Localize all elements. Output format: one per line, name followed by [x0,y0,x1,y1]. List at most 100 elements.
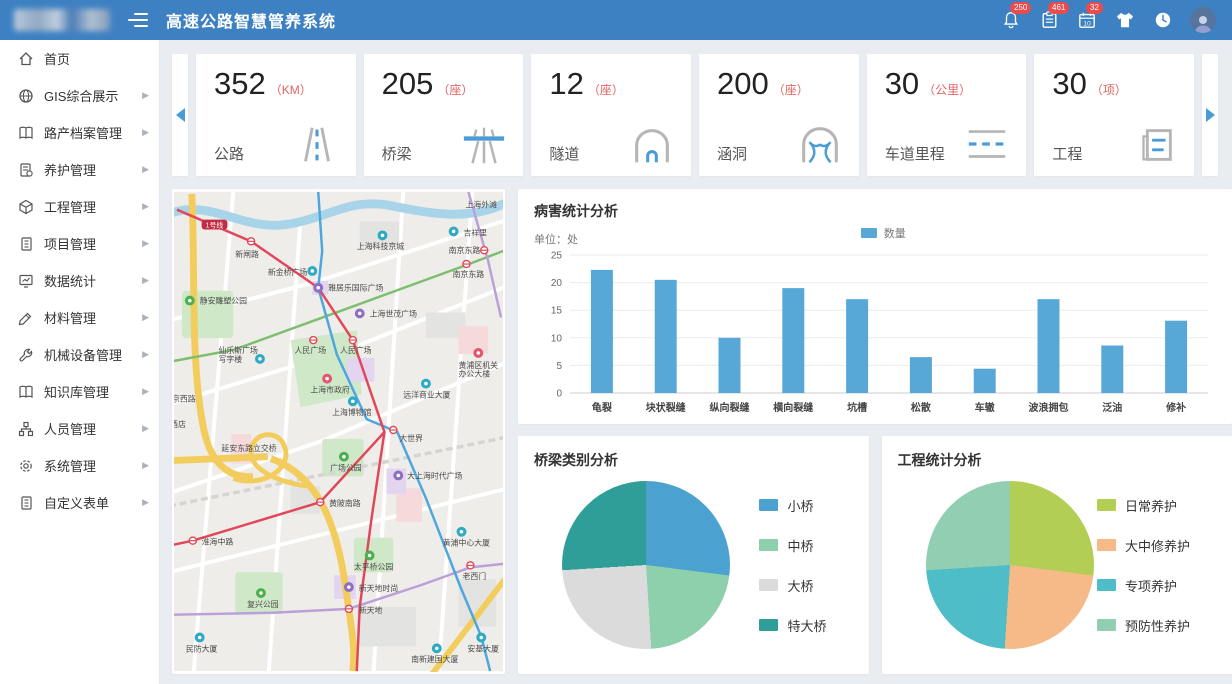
svg-text:新闸路: 新闸路 [235,249,259,259]
bar-chart-legend[interactable]: 数量 [861,225,906,241]
stat-value: 205 [382,66,434,101]
bar-chart-title: 病害统计分析 [534,201,1216,221]
carousel-next-button[interactable] [1202,54,1218,176]
svg-text:新天地时尚: 新天地时尚 [359,583,398,593]
app-header: 高速公路智慧管养系统 250 461 10 32 [0,0,1232,40]
chevron-right-icon: ▶ [142,127,149,138]
sidebar-item-archive[interactable]: 路产档案管理▶ [0,114,159,151]
legend-swatch [759,579,778,591]
svg-text:上海世茂广场: 上海世茂广场 [370,308,417,318]
map-panel[interactable]: 上海外滩新闸路上海科技京城吉祥里南京东路南京东路新金桥广场雅居乐国际广场静安雕塑… [172,189,505,674]
road-icon [294,124,340,166]
svg-text:上海博物馆: 上海博物馆 [332,407,372,417]
calendar-icon[interactable]: 10 32 [1076,9,1098,31]
stat-value: 30 [885,66,919,101]
svg-text:泛油: 泛油 [1102,401,1122,414]
company-logo [14,9,110,31]
stat-value-row: 30 （公里） [885,66,1011,102]
bar-chart[interactable]: 0510152025龟裂块状裂缝纵向裂缝横向裂缝坑槽松散车辙波浪拥包泛油修补 [534,247,1216,419]
bridge-pie-legend: 小桥中桥大桥特大桥 [759,496,826,635]
material-icon [18,310,34,326]
svg-text:大酒店: 大酒店 [174,419,186,429]
stat-cards-carousel: 352（KM）公路205（座）桥梁12（座）隧道200（座）涵洞30（公里）车道… [172,54,1218,176]
sidebar-item-label: 知识库管理 [44,382,142,401]
stat-card-bridge[interactable]: 205（座） 桥梁 [364,54,524,176]
sidebar-item-form[interactable]: 自定义表单▶ [0,484,159,521]
legend-label: 数量 [884,225,906,241]
sidebar-item-knowledge[interactable]: 知识库管理▶ [0,373,159,410]
engineering-icon [18,199,34,215]
legend-swatch [1097,579,1116,591]
svg-text:大世界: 大世界 [399,433,423,443]
svg-text:松散: 松散 [911,401,932,414]
stat-label: 桥梁 [382,143,412,166]
stat-card-culvert[interactable]: 200 （座） 涵洞 [699,54,859,176]
svg-text:淮海中路: 淮海中路 [202,537,234,547]
sidebar-item-label: 项目管理 [44,234,142,253]
task-clipboard-icon[interactable]: 461 [1038,9,1060,31]
stat-unit: （座） [773,83,809,97]
legend-item[interactable]: 特大桥 [759,616,826,635]
legend-swatch [759,539,778,551]
stat-value: 200 [717,66,769,101]
stat-label: 工程 [1052,143,1082,166]
stat-card-road[interactable]: 352（KM）公路 [196,54,356,176]
project-icon [18,236,34,252]
sidebar-item-label: 人员管理 [44,419,142,438]
stat-value-row: 30（项） [1052,66,1178,102]
carousel-prev-button[interactable] [172,54,188,176]
stat-card-engineering-doc[interactable]: 30（项） 工程 [1034,54,1194,176]
sidebar-item-label: 首页 [44,49,149,68]
equipment-icon [18,347,34,363]
sidebar-item-project[interactable]: 项目管理▶ [0,225,159,262]
bridge-category-panel: 桥梁类别分析 小桥中桥大桥特大桥 [518,436,869,674]
project-pie-chart[interactable] [926,481,1094,649]
stat-unit: （座） [588,83,624,97]
legend-item[interactable]: 日常养护 [1097,496,1190,515]
chevron-right-icon: ▶ [142,386,149,397]
clock-icon[interactable] [1152,9,1174,31]
sidebar-item-label: GIS综合展示 [44,86,142,105]
stat-label: 车道里程 [885,143,945,166]
legend-label: 预防性养护 [1125,616,1190,635]
legend-item[interactable]: 预防性养护 [1097,616,1190,635]
chevron-right-icon: ▶ [142,275,149,286]
legend-item[interactable]: 大桥 [759,576,826,595]
svg-text:15: 15 [551,306,563,317]
city-map[interactable]: 上海外滩新闸路上海科技京城吉祥里南京东路南京东路新金桥广场雅居乐国际广场静安雕塑… [174,191,503,672]
legend-item[interactable]: 专项养护 [1097,576,1190,595]
legend-label: 特大桥 [787,616,826,635]
stat-unit: （座） [437,83,473,97]
legend-item[interactable]: 中桥 [759,536,826,555]
sidebar-item-equipment[interactable]: 机械设备管理▶ [0,336,159,373]
home-icon [18,51,34,67]
stat-value: 30 [1052,66,1086,101]
stat-card-tunnel[interactable]: 12（座）隧道 [531,54,691,176]
stat-unit: （公里） [923,83,971,97]
sidebar-item-system[interactable]: 系统管理▶ [0,447,159,484]
personnel-icon [18,421,34,437]
legend-item[interactable]: 小桥 [759,496,826,515]
sidebar-collapse-icon[interactable] [128,12,148,28]
bridge-pie-chart[interactable] [562,481,730,649]
project-pie-legend: 日常养护大中修养护专项养护预防性养护 [1097,496,1190,635]
svg-text:新金桥广场: 新金桥广场 [268,267,308,277]
culvert-icon [797,124,843,166]
user-avatar[interactable] [1190,7,1216,33]
legend-item[interactable]: 大中修养护 [1097,536,1190,555]
sidebar-item-maintenance[interactable]: 养护管理▶ [0,151,159,188]
stat-card-lane[interactable]: 30 （公里） 车道里程 [867,54,1027,176]
notification-bell-icon[interactable]: 250 [1000,9,1022,31]
theme-shirt-icon[interactable] [1114,9,1136,31]
legend-swatch [759,619,778,631]
svg-text:广场公园: 广场公园 [330,463,362,473]
sidebar-item-home[interactable]: 首页 [0,40,159,77]
sidebar-item-stats[interactable]: 数据统计▶ [0,262,159,299]
sidebar-item-gis[interactable]: GIS综合展示▶ [0,77,159,114]
sidebar-item-personnel[interactable]: 人员管理▶ [0,410,159,447]
svg-text:25: 25 [551,251,563,262]
stat-label: 涵洞 [717,143,747,166]
sidebar-item-material[interactable]: 材料管理▶ [0,299,159,336]
stat-label: 公路 [214,143,244,166]
sidebar-item-engineering[interactable]: 工程管理▶ [0,188,159,225]
